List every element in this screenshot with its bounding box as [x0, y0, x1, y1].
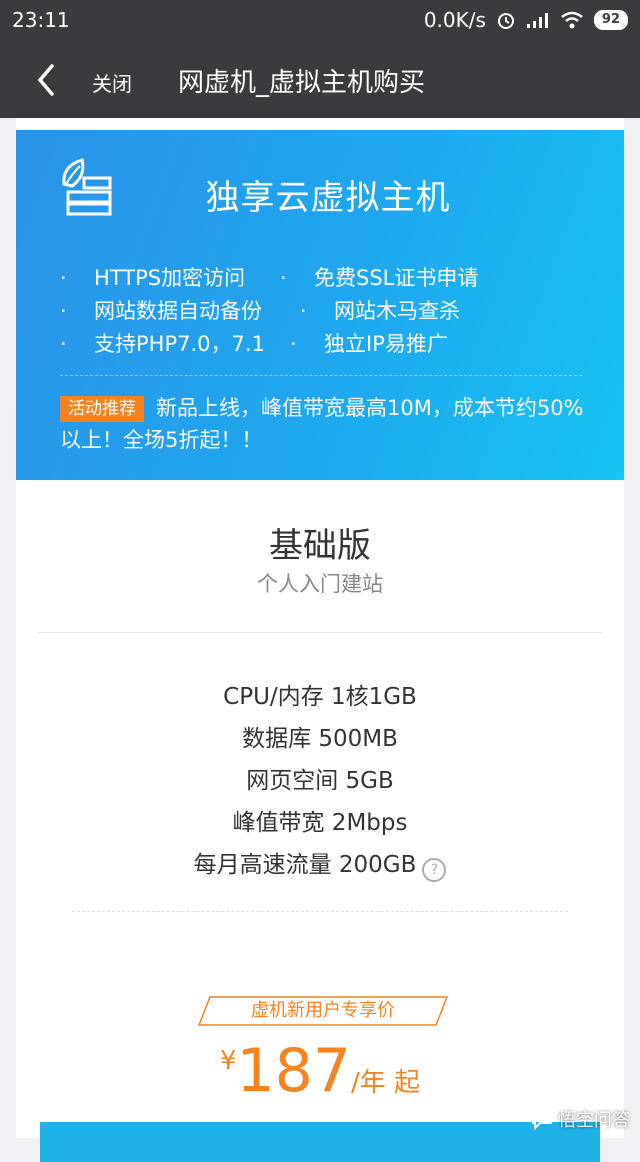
product-banner: 独享云虚拟主机 · HTTPS加密访问 · 免费SSL证书申请 · 网站数据自动备份 … — [16, 130, 624, 480]
signal-icon — [526, 13, 548, 28]
feature-item: 网站数据自动备份 — [94, 299, 262, 323]
banner-title: 独享云虚拟主机 — [205, 178, 451, 218]
watermark-text: 悟空问答 — [558, 1110, 630, 1131]
spec-item: CPU/内存 1核1GB — [223, 684, 417, 710]
spec-item: 峰值带宽 2Mbps — [232, 810, 408, 836]
dashed-divider — [72, 911, 568, 912]
spec-item: 数据库 500MB — [242, 726, 398, 752]
feature-item: 支持PHP7.0，7.1 — [94, 332, 265, 356]
app-bar: 关闭 网虚机_虚拟主机购买 — [0, 42, 640, 118]
network-speed: 0.0K/s — [423, 8, 486, 32]
price: ¥187/年 起 — [16, 1036, 624, 1106]
clock: 23:11 — [12, 8, 70, 32]
promo: 活动推荐 新品上线，峰值带宽最高10M，成本节约50%以上！全场5折起！！ — [60, 392, 590, 456]
wifi-icon — [561, 11, 583, 29]
price-label-tag: 虚机新用户专享价 — [198, 996, 448, 1026]
title-fade — [440, 62, 480, 102]
chat-bubble-icon — [532, 1110, 552, 1130]
promo-tag: 活动推荐 — [60, 396, 144, 422]
divider — [38, 632, 602, 633]
bullet: · — [60, 332, 67, 356]
bullet: · — [280, 266, 287, 290]
price-unit: /年 起 — [351, 1068, 421, 1098]
bullet: · — [300, 299, 307, 323]
spec-item: 每月高速流量 200GB — [193, 852, 417, 878]
price-label: 虚机新用户专享价 — [251, 1000, 395, 1021]
watermark: 悟空问答 — [530, 1106, 630, 1132]
feature-item: HTTPS加密访问 — [94, 266, 246, 290]
close-button[interactable]: 关闭 — [92, 68, 132, 97]
back-arrow-icon[interactable] — [28, 60, 68, 100]
bullet: · — [290, 332, 297, 356]
plan-name: 基础版 — [269, 526, 371, 566]
plan-subtitle: 个人入门建站 — [257, 572, 383, 596]
feature-item: 网站木马查杀 — [334, 299, 460, 323]
spec-item: 网页空间 5GB — [246, 768, 394, 794]
banner-divider — [60, 375, 582, 376]
buy-button[interactable] — [40, 1122, 600, 1162]
page-title: 网虚机_虚拟主机购买 — [178, 68, 426, 98]
feature-list: · HTTPS加密访问 · 免费SSL证书申请 · 网站数据自动备份 · 网站木马查杀 … — [60, 262, 620, 361]
alarm-icon — [497, 13, 514, 29]
currency-symbol: ¥ — [219, 1046, 237, 1076]
battery-icon: 92 — [593, 10, 628, 30]
bullet: · — [60, 266, 67, 290]
product-card: 独享云虚拟主机 · HTTPS加密访问 · 免费SSL证书申请 · 网站数据自动备份 … — [16, 118, 624, 1162]
feature-item: 免费SSL证书申请 — [314, 266, 479, 290]
spec-list: CPU/内存 1核1GB 数据库 500MB 网页空间 5GB 峰值带宽 2Mb… — [16, 676, 624, 886]
feature-item: 独立IP易推广 — [324, 332, 448, 356]
bullet: · — [60, 299, 67, 323]
price-amount: 187 — [236, 1036, 352, 1106]
question-icon[interactable]: ? — [422, 858, 447, 882]
status-bar: 23:11 0.0K/s 92 — [0, 0, 640, 42]
status-icons: 0.0K/s 92 — [424, 8, 628, 32]
spec-item-traffic: 每月高速流量 200GB? — [16, 844, 624, 886]
